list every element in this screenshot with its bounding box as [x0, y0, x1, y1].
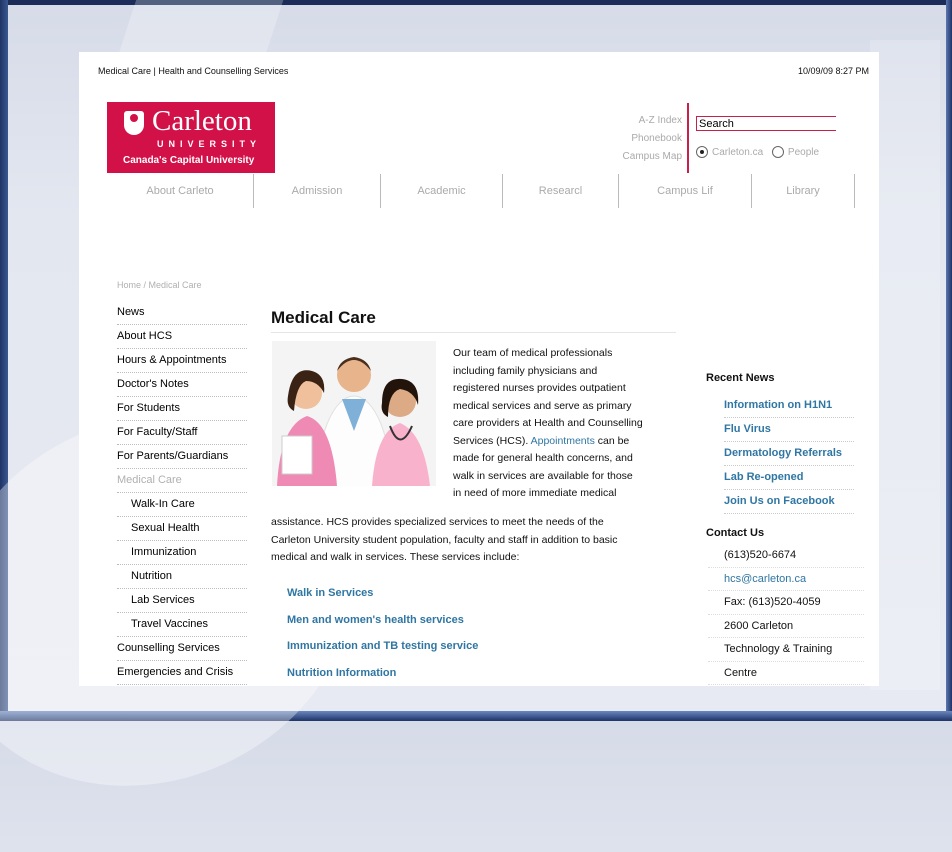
nav-campus-life[interactable]: Campus Lif	[619, 174, 752, 208]
intro-line: medical services and serve as primary	[453, 399, 632, 412]
sidenav-item[interactable]: About HCS	[117, 325, 247, 349]
sidenav-item[interactable]: Emergencies and Crisis	[117, 661, 247, 685]
heading-divider	[271, 332, 676, 333]
breadcrumb[interactable]: Home / Medical Care	[117, 280, 202, 290]
recent-news-heading: Recent News	[706, 372, 775, 384]
news-link[interactable]: Information on H1N1	[724, 394, 854, 418]
background-panel	[870, 40, 940, 690]
nav-library[interactable]: Library	[752, 174, 855, 208]
logo-university: UNIVERSITY	[157, 139, 262, 149]
news-link[interactable]: Lab Re-opened	[724, 466, 854, 490]
search-scope: Carleton.ca People	[696, 146, 825, 158]
sidenav-item[interactable]: Doctor's Notes	[117, 373, 247, 397]
contact-address-line: 2600 Carleton	[708, 615, 864, 638]
web-page: Medical Care | Health and Counselling Se…	[79, 52, 879, 686]
contact-list: (613)520-6674 hcs@carleton.ca Fax: (613)…	[708, 544, 864, 685]
contact-heading: Contact Us	[706, 527, 765, 539]
service-link[interactable]: Men and women's health services	[287, 614, 478, 641]
nav-academics[interactable]: Academic	[381, 174, 503, 208]
side-navigation: News About HCS Hours & Appointments Doct…	[117, 301, 247, 685]
intro-line: registered nurses provides outpatient	[453, 382, 626, 394]
medical-staff-photo	[272, 341, 436, 486]
news-link[interactable]: Flu Virus	[724, 418, 854, 442]
sidenav-subitem[interactable]: Nutrition	[117, 565, 247, 589]
nav-admissions[interactable]: Admission	[254, 174, 381, 208]
sidenav-item[interactable]: Counselling Services	[117, 637, 247, 661]
sidenav-item-current[interactable]: Medical Care	[117, 469, 247, 493]
sidenav-subitem[interactable]: Lab Services	[117, 589, 247, 613]
az-index-link[interactable]: A-Z Index	[623, 112, 682, 130]
contact-fax: Fax: (613)520-4059	[708, 591, 864, 615]
logo-tagline: Canada's Capital University	[123, 155, 255, 166]
logo-name: Carleton	[152, 105, 252, 137]
phonebook-link[interactable]: Phonebook	[623, 130, 682, 148]
intro-text: Our team of medical professionals includ…	[453, 345, 678, 503]
body-text: assistance. HCS provides specialized ser…	[271, 514, 681, 567]
sidenav-subitem[interactable]: Travel Vaccines	[117, 613, 247, 637]
radio-carleton-label: Carleton.ca	[712, 146, 764, 158]
service-link[interactable]: Walk in Services	[287, 587, 478, 614]
sidenav-subitem[interactable]: Sexual Health	[117, 517, 247, 541]
nav-about[interactable]: About Carleto	[107, 174, 254, 208]
intro-line: in need of more immediate medical	[453, 487, 617, 499]
appointments-link[interactable]: Appointments	[531, 435, 595, 447]
contact-address-line: Technology & Training	[708, 638, 864, 662]
utility-links: A-Z Index Phonebook Campus Map	[623, 112, 682, 166]
intro-text-part: Services (HCS).	[453, 434, 531, 447]
nav-research[interactable]: Researcl	[503, 174, 619, 208]
radio-carleton[interactable]	[696, 146, 708, 158]
body-line: assistance. HCS provides specialized ser…	[271, 516, 604, 528]
page-heading: Medical Care	[271, 308, 376, 327]
search-input[interactable]: Search	[696, 116, 836, 131]
services-list: Walk in Services Men and women's health …	[287, 587, 478, 686]
intro-line: including family physicians and	[453, 364, 598, 377]
intro-line: Our team of medical professionals	[453, 347, 613, 359]
sidenav-subitem[interactable]: Walk-In Care	[117, 493, 247, 517]
intro-text-part: can be	[594, 434, 630, 447]
contact-email-link[interactable]: hcs@carleton.ca	[708, 568, 864, 591]
slide-frame-right	[946, 0, 952, 721]
news-link[interactable]: Join Us on Facebook	[724, 490, 854, 514]
contact-phone: (613)520-6674	[708, 544, 864, 568]
intro-line: care providers at Health and Counselling	[453, 417, 643, 429]
campus-map-link[interactable]: Campus Map	[623, 148, 682, 166]
radio-people[interactable]	[771, 146, 784, 158]
recent-news-list: Information on H1N1 Flu Virus Dermatolog…	[724, 394, 854, 514]
crest-icon	[124, 111, 144, 135]
radio-people-label: People	[787, 146, 820, 158]
page-title-header: Medical Care | Health and Counselling Se…	[98, 66, 289, 76]
news-link[interactable]: Dermatology Referrals	[724, 442, 854, 466]
sidenav-subitem[interactable]: Immunization	[117, 541, 247, 565]
contact-address-line: Centre	[708, 662, 864, 685]
service-link[interactable]: Nutrition Information	[287, 667, 478, 687]
main-navigation: About Carleto Admission Academic Researc…	[107, 174, 855, 208]
sidenav-item[interactable]: For Students	[117, 397, 247, 421]
intro-line-with-link: Services (HCS). Appointments can be	[453, 433, 678, 451]
print-timestamp: 10/09/09 8:27 PM	[797, 66, 869, 76]
intro-line: walk in services are available for those	[453, 469, 633, 482]
sidenav-item[interactable]: Hours & Appointments	[117, 349, 247, 373]
intro-line: made for general health concerns, and	[453, 452, 633, 464]
header-divider	[687, 103, 689, 173]
sidenav-item[interactable]: News	[117, 301, 247, 325]
service-link[interactable]: Immunization and TB testing service	[287, 640, 478, 667]
sidenav-item[interactable]: For Parents/Guardians	[117, 445, 247, 469]
body-line: Carleton University student population, …	[271, 533, 618, 546]
carleton-logo[interactable]: Carleton UNIVERSITY Canada's Capital Uni…	[107, 102, 275, 173]
sidenav-item[interactable]: For Faculty/Staff	[117, 421, 247, 445]
body-line: medical and walk in services. These serv…	[271, 551, 520, 563]
